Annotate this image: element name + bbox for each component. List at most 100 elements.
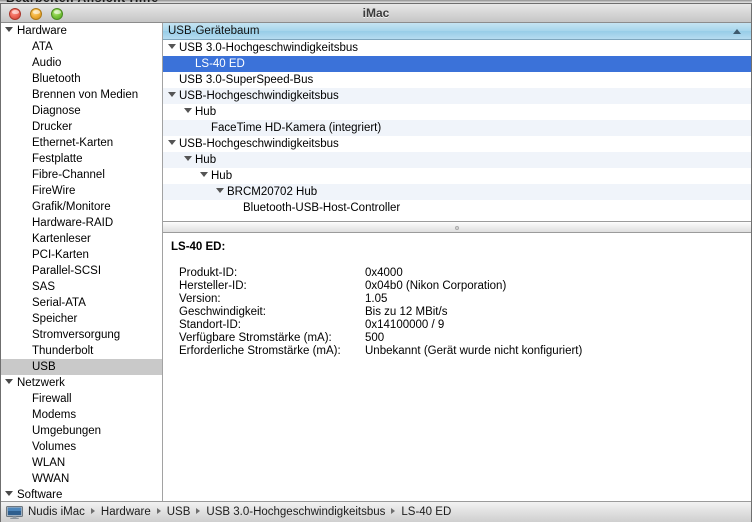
device-tree-list[interactable]: USB 3.0-Hochgeschwindigkeitsbus LS-40 ED U… [163, 40, 751, 221]
pane-splitter[interactable] [163, 221, 751, 233]
sidebar-item-wlan[interactable]: WLAN [1, 455, 162, 471]
detail-row: Version: 1.05 [171, 293, 582, 306]
sidebar-item-firewall[interactable]: Firewall [1, 391, 162, 407]
detail-panel: LS-40 ED: Produkt-ID: 0x4000 Hersteller-ID… [163, 233, 751, 500]
disclosure-triangle-open-icon[interactable] [5, 491, 13, 496]
device-tree-row-label: Hub [195, 154, 217, 166]
detail-key: Version: [179, 293, 221, 305]
detail-key: Erforderliche Stromstärke (mA): [179, 345, 341, 357]
sidebar-item-label: Modems [32, 409, 77, 421]
sidebar-item-label: Festplatte [32, 153, 83, 165]
device-tree-row[interactable]: USB-Hochgeschwindigkeitsbus [163, 136, 751, 152]
device-tree-row-label: USB-Hochgeschwindigkeitsbus [179, 138, 339, 150]
device-tree-row[interactable]: Hub [163, 152, 751, 168]
sidebar-item-label: Ethernet-Karten [32, 137, 114, 149]
sidebar-item-usb[interactable]: USB [1, 359, 162, 375]
category-sidebar[interactable]: Hardware ATA Audio Bluetooth Brennen von Med… [1, 23, 163, 501]
sidebar-item-ata[interactable]: ATA [1, 39, 162, 55]
sidebar-item-hardware-raid[interactable]: Hardware-RAID [1, 215, 162, 231]
detail-properties-table: Produkt-ID: 0x4000 Hersteller-ID: 0x04b0 (N… [171, 267, 582, 358]
sidebar-item-label: Parallel-SCSI [32, 265, 102, 277]
sidebar-item-diagnose[interactable]: Diagnose [1, 103, 162, 119]
system-information-window: iMac Hardware ATA Audio Bluetooth Brennen vo… [0, 3, 752, 522]
sidebar-item-label: SAS [32, 281, 56, 293]
window-titlebar[interactable]: iMac [1, 4, 751, 23]
device-tree-row[interactable]: USB-Hochgeschwindigkeitsbus [163, 88, 751, 104]
detail-key: Produkt-ID: [179, 267, 238, 279]
sidebar-item-pci-karten[interactable]: PCI-Karten [1, 247, 162, 263]
sidebar-item-netzwerk[interactable]: Netzwerk [1, 375, 162, 391]
disclosure-triangle-open-icon[interactable] [184, 156, 192, 161]
disclosure-triangle-open-icon[interactable] [184, 108, 192, 113]
sidebar-item-speicher[interactable]: Speicher [1, 311, 162, 327]
sidebar-item-sas[interactable]: SAS [1, 279, 162, 295]
breadcrumb-item[interactable]: USB [167, 506, 191, 518]
sidebar-item-volumes[interactable]: Volumes [1, 439, 162, 455]
device-tree-row[interactable]: USB 3.0-SuperSpeed-Bus [163, 72, 751, 88]
sidebar-item-label: PCI-Karten [32, 249, 89, 261]
device-tree-row-label: USB 3.0-Hochgeschwindigkeitsbus [179, 42, 358, 54]
sidebar-item-label: Serial-ATA [32, 297, 86, 309]
detail-key: Verfügbare Stromstärke (mA): [179, 332, 332, 344]
device-tree-column-header[interactable]: USB-Gerätebaum [163, 23, 751, 40]
device-tree-row-label: Hub [211, 170, 233, 182]
sidebar-item-wwan[interactable]: WWAN [1, 471, 162, 487]
device-tree-row-label: BRCM20702 Hub [227, 186, 318, 198]
breadcrumb-item[interactable]: USB 3.0-Hochgeschwindigkeitsbus [206, 506, 385, 518]
sidebar-item-modems[interactable]: Modems [1, 407, 162, 423]
sidebar-item-label: Thunderbolt [32, 345, 94, 357]
sidebar-item-firewire[interactable]: FireWire [1, 183, 162, 199]
sidebar-item-parallel-scsi[interactable]: Parallel-SCSI [1, 263, 162, 279]
disclosure-triangle-open-icon[interactable] [168, 44, 176, 49]
sidebar-item-label: Diagnose [32, 105, 81, 117]
disclosure-triangle-open-icon[interactable] [200, 172, 208, 177]
disclosure-triangle-open-icon[interactable] [168, 92, 176, 97]
sidebar-item-label: Kartenleser [32, 233, 91, 245]
right-pane: USB-Gerätebaum USB 3.0-Hochgeschwindigke… [163, 23, 751, 501]
sidebar-item-label: Software [17, 489, 63, 501]
breadcrumb-item[interactable]: Nudis iMac [28, 506, 85, 518]
sidebar-item-hardware[interactable]: Hardware [1, 23, 162, 39]
sidebar-item-festplatte[interactable]: Festplatte [1, 151, 162, 167]
device-tree-row[interactable]: LS-40 ED [163, 56, 751, 72]
sidebar-item-label: Brennen von Medien [32, 89, 139, 101]
detail-value: 0x14100000 / 9 [365, 319, 445, 331]
detail-value: 500 [365, 332, 385, 344]
device-tree-row[interactable]: Bluetooth-USB-Host-Controller [163, 200, 751, 216]
detail-title: LS-40 ED: [171, 241, 226, 253]
sidebar-item-ethernet-karten[interactable]: Ethernet-Karten [1, 135, 162, 151]
sidebar-item-thunderbolt[interactable]: Thunderbolt [1, 343, 162, 359]
detail-row: Hersteller-ID: 0x04b0 (Nikon Corporation) [171, 280, 582, 293]
device-tree-row[interactable]: FaceTime HD-Kamera (integriert) [163, 120, 751, 136]
disclosure-triangle-open-icon[interactable] [5, 379, 13, 384]
device-tree-column-title: USB-Gerätebaum [168, 25, 260, 37]
disclosure-triangle-open-icon[interactable] [168, 140, 176, 145]
breadcrumb-item[interactable]: LS-40 ED [401, 506, 451, 518]
sidebar-item-stromversorgung[interactable]: Stromversorgung [1, 327, 162, 343]
sidebar-item-audio[interactable]: Audio [1, 55, 162, 71]
detail-row: Verfügbare Stromstärke (mA): 500 [171, 332, 582, 345]
device-tree-row[interactable]: BRCM20702 Hub [163, 184, 751, 200]
disclosure-triangle-open-icon[interactable] [5, 27, 13, 32]
disclosure-triangle-open-icon[interactable] [216, 188, 224, 193]
sidebar-item-drucker[interactable]: Drucker [1, 119, 162, 135]
sidebar-item-software[interactable]: Software [1, 487, 162, 501]
splitter-handle-icon[interactable] [455, 226, 459, 230]
sidebar-item-kartenleser[interactable]: Kartenleser [1, 231, 162, 247]
sidebar-item-serial-ata[interactable]: Serial-ATA [1, 295, 162, 311]
sidebar-item-umgebungen[interactable]: Umgebungen [1, 423, 162, 439]
breadcrumb-item[interactable]: Hardware [101, 506, 151, 518]
sidebar-item-fibre-channel[interactable]: Fibre-Channel [1, 167, 162, 183]
sidebar-item-grafik-monitore[interactable]: Grafik/Monitore [1, 199, 162, 215]
sidebar-item-label: USB [32, 361, 56, 373]
device-tree-row[interactable]: Hub [163, 104, 751, 120]
sidebar-item-label: Grafik/Monitore [32, 201, 111, 213]
imac-display-icon [6, 505, 23, 519]
sidebar-item-bluetooth[interactable]: Bluetooth [1, 71, 162, 87]
sidebar-item-brennen-von-medien[interactable]: Brennen von Medien [1, 87, 162, 103]
device-tree-row[interactable]: Hub [163, 168, 751, 184]
device-tree-row[interactable]: USB 3.0-Hochgeschwindigkeitsbus [163, 40, 751, 56]
sidebar-item-label: Umgebungen [32, 425, 102, 437]
breadcrumb[interactable]: Nudis iMac Hardware USB USB 3.0-Hochgeschwi… [1, 501, 751, 522]
detail-row: Standort-ID: 0x14100000 / 9 [171, 319, 582, 332]
